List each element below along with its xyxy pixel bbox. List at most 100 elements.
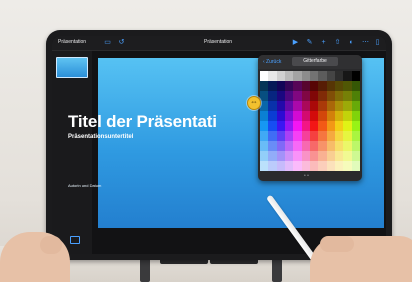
color-swatch[interactable] bbox=[293, 101, 302, 111]
color-swatch[interactable] bbox=[326, 131, 335, 141]
color-swatch[interactable] bbox=[260, 151, 269, 161]
color-swatch[interactable] bbox=[326, 91, 335, 101]
color-swatch[interactable] bbox=[351, 151, 360, 161]
color-swatch[interactable] bbox=[301, 71, 310, 81]
color-swatch[interactable] bbox=[309, 121, 319, 131]
color-swatch[interactable] bbox=[351, 81, 360, 91]
color-swatch[interactable] bbox=[326, 71, 335, 81]
color-swatch[interactable] bbox=[351, 121, 360, 131]
color-swatch[interactable] bbox=[260, 81, 269, 91]
color-swatch[interactable] bbox=[276, 111, 285, 121]
color-swatch[interactable] bbox=[301, 131, 310, 141]
color-swatch[interactable] bbox=[268, 71, 277, 81]
color-swatch[interactable] bbox=[276, 71, 285, 81]
color-swatch[interactable] bbox=[334, 161, 344, 171]
color-swatch[interactable] bbox=[318, 111, 327, 121]
color-swatch[interactable] bbox=[301, 121, 310, 131]
picker-mode-tab[interactable]: Gitterfarbe bbox=[292, 57, 338, 66]
color-swatch[interactable] bbox=[268, 101, 277, 111]
color-swatch[interactable] bbox=[334, 131, 344, 141]
color-swatch[interactable] bbox=[351, 141, 360, 151]
color-swatch[interactable] bbox=[293, 111, 302, 121]
color-swatch[interactable] bbox=[301, 111, 310, 121]
color-swatch[interactable] bbox=[351, 91, 360, 101]
color-swatch[interactable] bbox=[334, 141, 344, 151]
color-swatch[interactable] bbox=[318, 151, 327, 161]
color-swatch[interactable] bbox=[326, 101, 335, 111]
color-swatch[interactable] bbox=[276, 131, 285, 141]
color-swatch[interactable] bbox=[284, 141, 294, 151]
color-swatch[interactable] bbox=[260, 141, 269, 151]
color-swatch[interactable] bbox=[343, 131, 352, 141]
color-swatch[interactable] bbox=[343, 161, 352, 171]
color-swatch[interactable] bbox=[343, 151, 352, 161]
color-swatch[interactable] bbox=[284, 81, 294, 91]
play-icon[interactable]: ▶ bbox=[292, 39, 299, 46]
color-swatch[interactable] bbox=[318, 101, 327, 111]
color-swatch[interactable] bbox=[318, 141, 327, 151]
color-swatch[interactable] bbox=[268, 91, 277, 101]
color-swatch[interactable] bbox=[309, 101, 319, 111]
color-swatch[interactable] bbox=[309, 81, 319, 91]
color-swatch[interactable] bbox=[326, 81, 335, 91]
presentations-label[interactable]: Präsentation bbox=[58, 39, 86, 45]
color-swatch[interactable] bbox=[326, 111, 335, 121]
color-swatch[interactable] bbox=[334, 101, 344, 111]
add-icon[interactable]: + bbox=[320, 39, 327, 46]
color-swatch[interactable] bbox=[326, 141, 335, 151]
color-swatch[interactable] bbox=[293, 151, 302, 161]
share-icon[interactable]: ⇧ bbox=[334, 39, 341, 46]
color-swatch[interactable] bbox=[293, 161, 302, 171]
color-swatch[interactable] bbox=[284, 131, 294, 141]
color-swatch[interactable] bbox=[343, 101, 352, 111]
color-swatch[interactable] bbox=[284, 111, 294, 121]
color-swatch[interactable] bbox=[276, 101, 285, 111]
color-swatch[interactable] bbox=[293, 141, 302, 151]
back-button[interactable]: ‹ Zurück bbox=[263, 59, 281, 65]
color-swatch[interactable] bbox=[260, 91, 269, 101]
color-swatch[interactable] bbox=[351, 71, 360, 81]
color-swatch[interactable] bbox=[284, 101, 294, 111]
color-swatch[interactable] bbox=[343, 71, 352, 81]
color-swatch[interactable] bbox=[351, 101, 360, 111]
color-swatch[interactable] bbox=[351, 131, 360, 141]
color-swatch[interactable] bbox=[309, 131, 319, 141]
color-swatch[interactable] bbox=[309, 91, 319, 101]
color-swatch[interactable] bbox=[309, 151, 319, 161]
color-swatch[interactable] bbox=[334, 111, 344, 121]
color-swatch[interactable] bbox=[268, 131, 277, 141]
color-swatch[interactable] bbox=[309, 71, 319, 81]
color-swatch[interactable] bbox=[351, 161, 360, 171]
color-swatch[interactable] bbox=[284, 151, 294, 161]
format-icon[interactable]: ◐ bbox=[348, 39, 355, 46]
color-swatch[interactable] bbox=[318, 81, 327, 91]
color-swatch[interactable] bbox=[301, 161, 310, 171]
color-swatch[interactable] bbox=[343, 111, 352, 121]
color-swatch[interactable] bbox=[301, 141, 310, 151]
slide-subtitle[interactable]: Präsentationsuntertitel bbox=[68, 134, 133, 140]
color-swatch[interactable] bbox=[276, 81, 285, 91]
slide-title[interactable]: Titel der Präsentati bbox=[68, 112, 217, 132]
color-swatch[interactable] bbox=[260, 161, 269, 171]
add-slide-icon[interactable] bbox=[70, 236, 80, 244]
color-swatch[interactable] bbox=[260, 101, 269, 111]
color-swatch[interactable] bbox=[343, 81, 352, 91]
brush-icon[interactable]: ✎ bbox=[306, 39, 313, 46]
color-swatch[interactable] bbox=[318, 71, 327, 81]
color-swatch[interactable] bbox=[276, 151, 285, 161]
color-swatch[interactable] bbox=[334, 81, 344, 91]
color-swatch[interactable] bbox=[276, 161, 285, 171]
color-swatch[interactable] bbox=[309, 111, 319, 121]
color-swatch[interactable] bbox=[343, 141, 352, 151]
color-swatch[interactable] bbox=[301, 151, 310, 161]
color-swatch[interactable] bbox=[343, 91, 352, 101]
color-swatch[interactable] bbox=[318, 131, 327, 141]
color-swatch[interactable] bbox=[284, 161, 294, 171]
color-swatch[interactable] bbox=[326, 151, 335, 161]
color-swatch[interactable] bbox=[276, 91, 285, 101]
color-swatch[interactable] bbox=[318, 91, 327, 101]
color-swatch[interactable] bbox=[268, 121, 277, 131]
color-swatch[interactable] bbox=[268, 141, 277, 151]
color-swatch[interactable] bbox=[343, 121, 352, 131]
color-swatch[interactable] bbox=[318, 161, 327, 171]
